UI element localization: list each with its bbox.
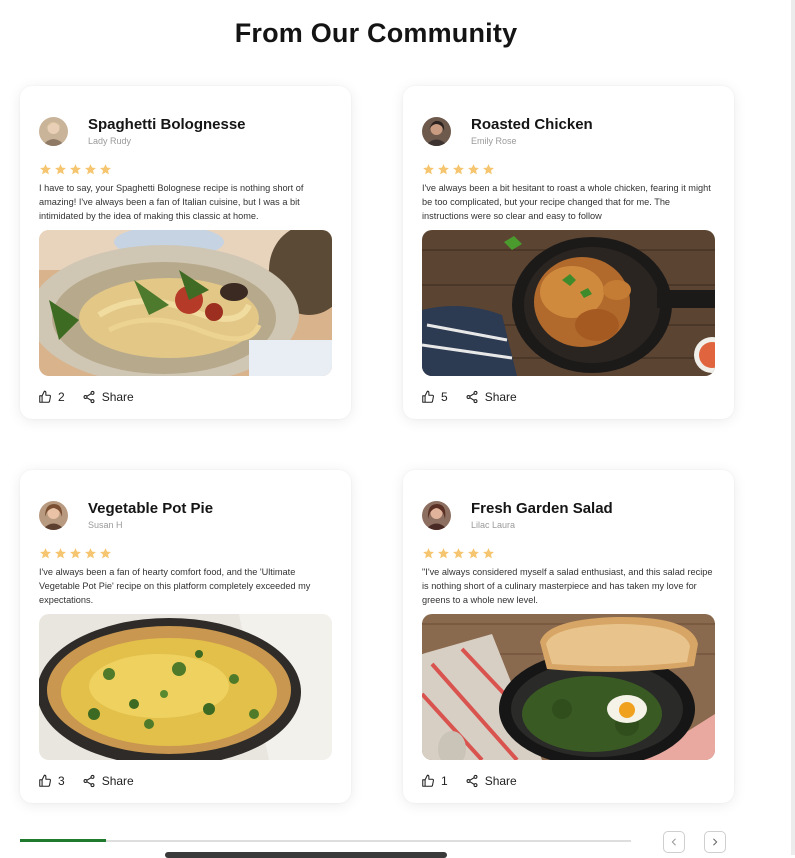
star-icon (453, 164, 464, 175)
avatar (422, 117, 451, 146)
star-icon (438, 548, 449, 559)
share-icon (83, 774, 95, 788)
star-icon (453, 548, 464, 559)
like-count: 3 (58, 774, 65, 788)
recipe-photo (422, 230, 715, 376)
share-icon (83, 390, 95, 404)
recipe-photo (39, 230, 332, 376)
recipe-title: Vegetable Pot Pie (88, 500, 214, 517)
star-icon (468, 164, 479, 175)
author-name: Susan H (88, 520, 123, 530)
share-icon (466, 390, 478, 404)
share-label: Share (101, 390, 134, 404)
bottom-bar (165, 852, 447, 858)
review-text: I have to say, your Spaghetti Bolognese … (39, 183, 304, 221)
section-title: From Our Community (234, 18, 518, 48)
star-icon (100, 548, 111, 559)
author-name: Lilac Laura (471, 520, 516, 530)
review-card: Fresh Garden Salad Lilac Laura "I've alw… (403, 470, 734, 803)
star-icon (70, 548, 81, 559)
review-card: Vegetable Pot Pie Susan H I've always be… (20, 470, 351, 803)
review-text: I've always been a fan of hearty comfort… (39, 567, 311, 605)
thumbs-up-icon (422, 774, 434, 787)
recipe-title: Fresh Garden Salad (471, 500, 613, 517)
star-icon (483, 164, 494, 175)
chevron-left-icon (671, 838, 676, 846)
author-name: Lady Rudy (88, 136, 132, 146)
card-actions: 1 Share (421, 774, 517, 788)
review-card: Spaghetti Bolognesse Lady Rudy I have to… (20, 86, 351, 419)
chevron-right-icon (713, 838, 718, 846)
card-actions: 2 Share (38, 390, 134, 404)
star-rating (422, 163, 495, 176)
share-label: Share (484, 390, 517, 404)
avatar (39, 117, 68, 146)
scrollbar-edge (791, 0, 795, 855)
prev-button[interactable] (663, 831, 685, 853)
share-button[interactable]: Share (82, 774, 134, 788)
share-icon (466, 774, 478, 788)
recipe-title: Roasted Chicken (471, 116, 593, 133)
thumbs-up-icon (39, 390, 51, 403)
share-button[interactable]: Share (82, 390, 134, 404)
star-rating (39, 547, 112, 560)
recipe-photo (422, 614, 715, 760)
star-icon (55, 164, 66, 175)
star-icon (40, 548, 51, 559)
like-button[interactable]: 1 (421, 774, 448, 788)
like-button[interactable]: 5 (421, 390, 448, 404)
star-icon (85, 548, 96, 559)
star-rating (422, 547, 495, 560)
author-name: Emily Rose (471, 136, 517, 146)
recipe-title: Spaghetti Bolognesse (88, 116, 246, 133)
star-icon (85, 164, 96, 175)
star-icon (423, 548, 434, 559)
recipe-photo (39, 614, 332, 760)
card-actions: 3 Share (38, 774, 134, 788)
star-icon (423, 164, 434, 175)
share-button[interactable]: Share (465, 774, 517, 788)
like-button[interactable]: 3 (38, 774, 65, 788)
like-button[interactable]: 2 (38, 390, 65, 404)
like-count: 2 (58, 390, 65, 404)
like-count: 5 (441, 390, 448, 404)
review-text: I've always been a bit hesitant to roast… (422, 183, 711, 221)
carousel-progress-fill (20, 839, 106, 842)
avatar (422, 501, 451, 530)
star-icon (70, 164, 81, 175)
review-text: "I've always considered myself a salad e… (422, 567, 713, 605)
card-actions: 5 Share (421, 390, 517, 404)
star-icon (468, 548, 479, 559)
star-rating (39, 163, 112, 176)
avatar (39, 501, 68, 530)
share-button[interactable]: Share (465, 390, 517, 404)
thumbs-up-icon (39, 774, 51, 787)
carousel-progress[interactable] (20, 839, 631, 842)
star-icon (40, 164, 51, 175)
share-label: Share (101, 774, 134, 788)
star-icon (483, 548, 494, 559)
review-card: Roasted Chicken Emily Rose I've always b… (403, 86, 734, 419)
star-icon (55, 548, 66, 559)
star-icon (438, 164, 449, 175)
like-count: 1 (441, 774, 448, 788)
star-icon (100, 164, 111, 175)
next-button[interactable] (704, 831, 726, 853)
thumbs-up-icon (422, 390, 434, 403)
share-label: Share (484, 774, 517, 788)
